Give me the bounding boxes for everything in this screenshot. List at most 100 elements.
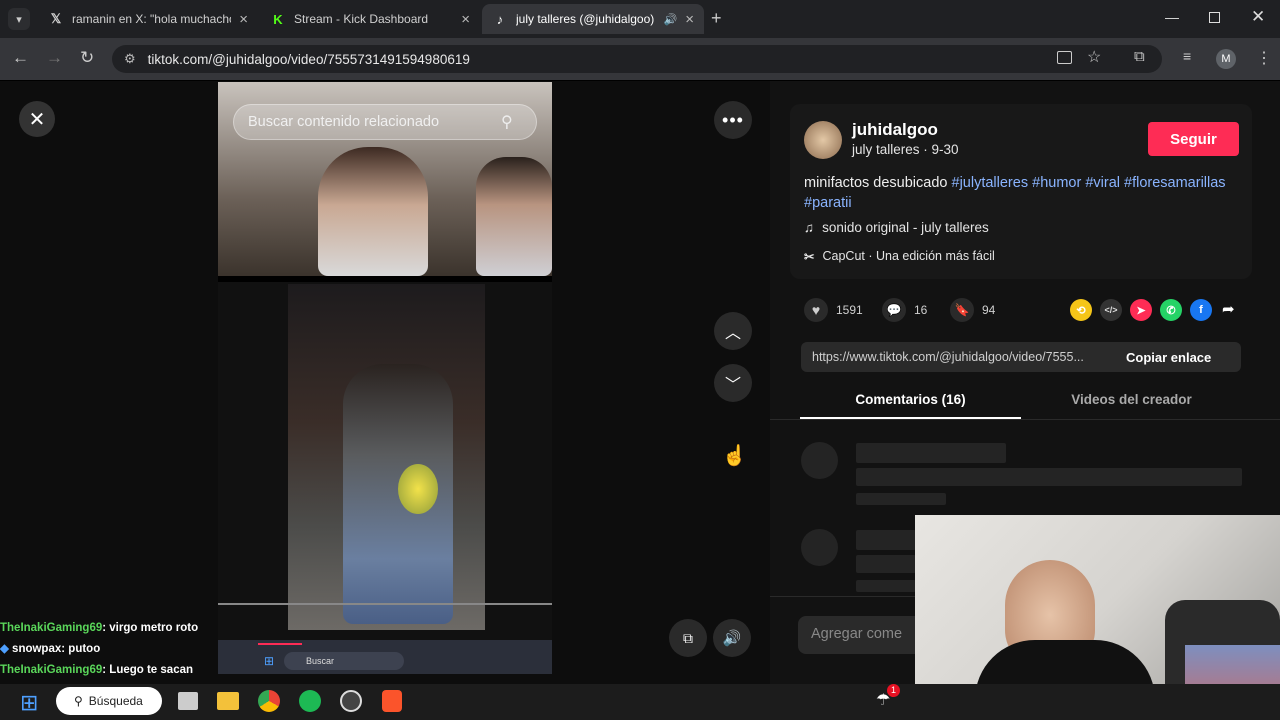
comment-skeleton-line bbox=[856, 530, 916, 550]
save-button[interactable]: 🔖 94 bbox=[950, 298, 995, 322]
cursor-icon: ☝ bbox=[722, 445, 747, 467]
speaker-icon[interactable]: 🔊 bbox=[664, 13, 678, 26]
search-icon: ⚲ bbox=[74, 694, 83, 708]
tab-tiktok[interactable]: ♪ july talleres (@juhidalgoo) | 🔊 × bbox=[482, 4, 704, 34]
hashtag-link[interactable]: #paratii bbox=[804, 195, 852, 211]
username[interactable]: juhidalgoo bbox=[852, 120, 938, 140]
link-text[interactable]: https://www.tiktok.com/@juhidalgoo/video… bbox=[801, 350, 1119, 364]
close-icon[interactable]: × bbox=[685, 11, 694, 28]
windows-taskbar: ⊞ ⚲ Búsqueda ☂ 1 bbox=[0, 684, 1280, 720]
close-icon[interactable]: × bbox=[461, 11, 470, 28]
site-info-icon[interactable]: ⚙ bbox=[124, 51, 136, 67]
task-view-icon[interactable] bbox=[178, 692, 198, 710]
tab-twitter[interactable]: 𝕏 ramanin en X: "hola muchachos × bbox=[38, 4, 258, 34]
chat-message: ◆ snowpax: putoo bbox=[0, 643, 101, 655]
like-button[interactable]: ♥ 1591 bbox=[804, 298, 863, 322]
reload-icon[interactable]: ↻ bbox=[80, 48, 94, 68]
capcut-icon: ✂ bbox=[804, 250, 815, 264]
chat-badge-icon: ◆ bbox=[0, 643, 13, 655]
more-options-button[interactable]: ••• bbox=[714, 101, 752, 139]
profile-avatar[interactable]: M bbox=[1216, 49, 1236, 69]
x-logo-icon: 𝕏 bbox=[50, 11, 62, 26]
person-figure bbox=[318, 147, 428, 276]
brave-icon[interactable] bbox=[382, 690, 402, 712]
person-figure bbox=[476, 157, 552, 276]
bookmark-icon: 🔖 bbox=[950, 298, 974, 322]
media-control-icon[interactable]: ≡ bbox=[1183, 48, 1191, 64]
comment-skeleton-avatar bbox=[801, 529, 838, 566]
divider bbox=[770, 419, 1280, 420]
new-tab-button[interactable]: + bbox=[711, 8, 722, 29]
author-line: july talleres · 9-30 bbox=[852, 142, 959, 157]
comment-skeleton-line bbox=[856, 468, 1242, 486]
repost-icon[interactable]: ⟲ bbox=[1070, 299, 1092, 321]
chat-user: TheInakiGaming69 bbox=[0, 664, 103, 676]
comment-skeleton-line bbox=[856, 555, 916, 573]
comment-skeleton-line bbox=[856, 493, 946, 505]
previous-video-button[interactable]: ︿ bbox=[714, 312, 752, 350]
like-count: 1591 bbox=[836, 303, 863, 317]
chat-message: TheInakiGaming69: Luego te sacan bbox=[0, 664, 194, 676]
send-icon[interactable]: ➤ bbox=[1130, 299, 1152, 321]
forward-icon[interactable]: → bbox=[46, 48, 63, 68]
chrome-icon[interactable] bbox=[258, 690, 280, 712]
floating-player-button[interactable]: ⧉ bbox=[669, 619, 707, 657]
inner-search: Buscar bbox=[284, 652, 404, 670]
share-arrow-icon[interactable]: ➦ bbox=[1222, 300, 1235, 318]
tab-search-button[interactable]: ▾ bbox=[8, 8, 30, 30]
tab-comments[interactable]: Comentarios (16) bbox=[800, 392, 1021, 407]
address-bar[interactable]: ⚙ tiktok.com/@juhidalgoo/video/755573149… bbox=[112, 45, 1162, 73]
facebook-icon[interactable]: f bbox=[1190, 299, 1212, 321]
windows-logo-icon: ⊞ bbox=[264, 654, 275, 668]
chat-user: snowpax bbox=[12, 643, 62, 655]
save-count: 94 bbox=[982, 303, 996, 317]
hashtag-link[interactable]: #viral bbox=[1085, 175, 1120, 191]
inner-taskbar: ⊞ Buscar bbox=[218, 640, 552, 674]
embed-icon[interactable]: </> bbox=[1100, 299, 1122, 321]
link-box: https://www.tiktok.com/@juhidalgoo/video… bbox=[801, 342, 1241, 372]
display-name: july talleres bbox=[852, 142, 920, 157]
comment-button[interactable]: 💬 16 bbox=[882, 298, 927, 322]
menu-icon[interactable]: ⋮ bbox=[1256, 48, 1272, 68]
tab-indicator bbox=[258, 643, 302, 645]
next-video-button[interactable]: ﹀ bbox=[714, 364, 752, 402]
capcut-link[interactable]: ✂ CapCut · Una edición más fácil bbox=[804, 249, 995, 264]
progress-bar[interactable] bbox=[218, 603, 552, 605]
close-button[interactable]: ✕ bbox=[19, 101, 55, 137]
file-explorer-icon[interactable] bbox=[217, 692, 239, 710]
whatsapp-icon[interactable]: ✆ bbox=[1160, 299, 1182, 321]
spotify-icon[interactable] bbox=[299, 690, 321, 712]
install-app-icon[interactable] bbox=[1057, 51, 1072, 64]
back-icon[interactable]: ← bbox=[12, 48, 29, 68]
bookmark-star-icon[interactable]: ☆ bbox=[1087, 47, 1101, 67]
url-text[interactable]: tiktok.com/@juhidalgoo/video/75557314915… bbox=[148, 52, 470, 67]
kick-logo-icon: K bbox=[273, 11, 283, 27]
chat-user: TheInakiGaming69 bbox=[0, 622, 103, 634]
volume-button[interactable]: 🔊 bbox=[713, 619, 751, 657]
obs-icon[interactable] bbox=[340, 690, 362, 712]
restore-button[interactable] bbox=[1209, 12, 1220, 23]
hashtag-link[interactable]: #humor bbox=[1032, 175, 1081, 191]
comment-icon: 💬 bbox=[882, 298, 906, 322]
search-icon[interactable]: ⚲ bbox=[501, 112, 513, 132]
copy-link-button[interactable]: Copiar enlace bbox=[1126, 350, 1211, 365]
hashtag-link[interactable]: #floresamarillas bbox=[1124, 175, 1226, 191]
tab-videos[interactable]: Videos del creador bbox=[1021, 392, 1242, 407]
music-note-icon: ♫ bbox=[804, 220, 815, 235]
notification-badge: 1 bbox=[887, 684, 900, 697]
tab-strip: ▾ 𝕏 ramanin en X: "hola muchachos × K St… bbox=[0, 0, 1280, 38]
follow-button[interactable]: Seguir bbox=[1148, 122, 1239, 156]
taskbar-search[interactable]: ⚲ Búsqueda bbox=[56, 687, 162, 715]
extensions-icon[interactable]: ⧉ bbox=[1134, 48, 1145, 65]
search-input[interactable]: Buscar contenido relacionado bbox=[233, 104, 537, 140]
heart-icon: ♥ bbox=[804, 298, 828, 322]
windows-start-icon[interactable]: ⊞ bbox=[20, 690, 38, 716]
close-window-button[interactable]: ✕ bbox=[1251, 7, 1265, 27]
sound-link[interactable]: ♫ sonido original - july talleres bbox=[804, 220, 989, 235]
post-date: 9-30 bbox=[931, 142, 959, 157]
close-icon[interactable]: × bbox=[239, 11, 248, 28]
minimize-button[interactable]: — bbox=[1165, 9, 1179, 25]
hashtag-link[interactable]: #julytalleres bbox=[952, 175, 1029, 191]
avatar[interactable] bbox=[804, 121, 842, 159]
tab-kick[interactable]: K Stream - Kick Dashboard × bbox=[260, 4, 480, 34]
